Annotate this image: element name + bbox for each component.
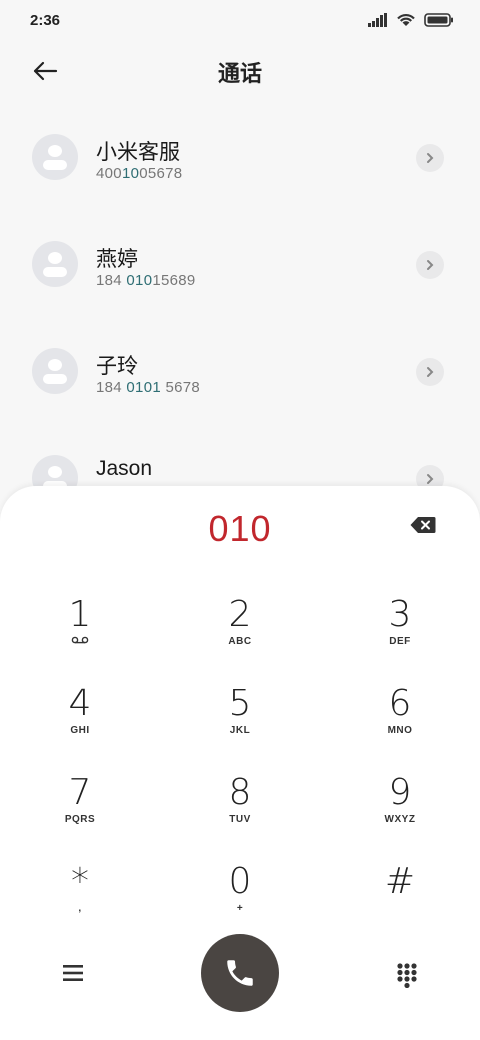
status-icons [368, 12, 454, 27]
chevron-right-icon [427, 367, 434, 377]
signal-icon [368, 12, 387, 27]
key-3[interactable]: 3 DEF [340, 596, 460, 676]
key-6[interactable]: 6 MNO [340, 685, 460, 765]
contact-row[interactable]: 子玲 184 0101 5678 [0, 320, 480, 427]
contact-name: Jason [96, 457, 153, 480]
status-time: 2:36 [30, 12, 61, 29]
key-0[interactable]: 0 + [180, 863, 300, 943]
chevron-right-icon [427, 474, 434, 484]
phone-icon [227, 960, 253, 986]
avatar [32, 134, 78, 180]
menu-button[interactable] [62, 964, 84, 987]
app-header: 通话 [0, 48, 480, 94]
contact-name: 子玲 [96, 355, 138, 378]
key-7[interactable]: 7 PQRS [20, 774, 140, 854]
key-4[interactable]: 4 GHI [20, 685, 140, 765]
battery-icon [424, 12, 453, 27]
avatar [32, 241, 78, 287]
contact-name: 燕婷 [96, 248, 138, 271]
voicemail-icon [20, 636, 140, 647]
dialer-actions [0, 934, 480, 1014]
key-9[interactable]: 9 WXYZ [340, 774, 460, 854]
dialpad-sheet: 010 1 2 ABC 3 DEF 4 GHI 5 JKL 6 MNO 7 PQRS 8 TU… [0, 486, 480, 1040]
status-bar: 2:36 [0, 0, 480, 40]
avatar [32, 348, 78, 394]
page-title: 通话 [217, 61, 262, 86]
contact-row[interactable]: 燕婷 184 01015689 [0, 213, 480, 320]
menu-icon [63, 965, 83, 981]
contact-row[interactable]: 小米客服 4001005678 [0, 106, 480, 213]
contact-number: 4001005678 [96, 165, 183, 182]
backspace-button[interactable] [410, 516, 440, 538]
chevron-right-icon [427, 153, 434, 163]
dialpad-icon [397, 963, 417, 989]
backspace-icon [410, 517, 436, 533]
chevron-right-icon [427, 260, 434, 270]
contact-detail-button[interactable] [416, 144, 444, 172]
dialpad-toggle-button[interactable] [396, 962, 418, 989]
wifi-icon [397, 14, 415, 26]
contact-list: 小米客服 4001005678 燕婷 184 01015689 子玲 184 0… [0, 106, 480, 534]
contact-number: 184 0101 5678 [96, 379, 201, 396]
key-5[interactable]: 5 JKL [180, 685, 300, 765]
contact-number: 184 01015689 [96, 272, 196, 289]
key-1[interactable]: 1 [20, 596, 140, 676]
contact-detail-button[interactable] [416, 358, 444, 386]
contact-name: 小米客服 [96, 141, 180, 164]
call-button[interactable] [201, 934, 279, 1012]
dialed-number[interactable]: 010 [0, 508, 480, 550]
key-8[interactable]: 8 TUV [180, 774, 300, 854]
contact-detail-button[interactable] [416, 251, 444, 279]
key-star[interactable]: *, [20, 863, 140, 943]
key-2[interactable]: 2 ABC [180, 596, 300, 676]
key-hash[interactable]: # [340, 863, 460, 943]
